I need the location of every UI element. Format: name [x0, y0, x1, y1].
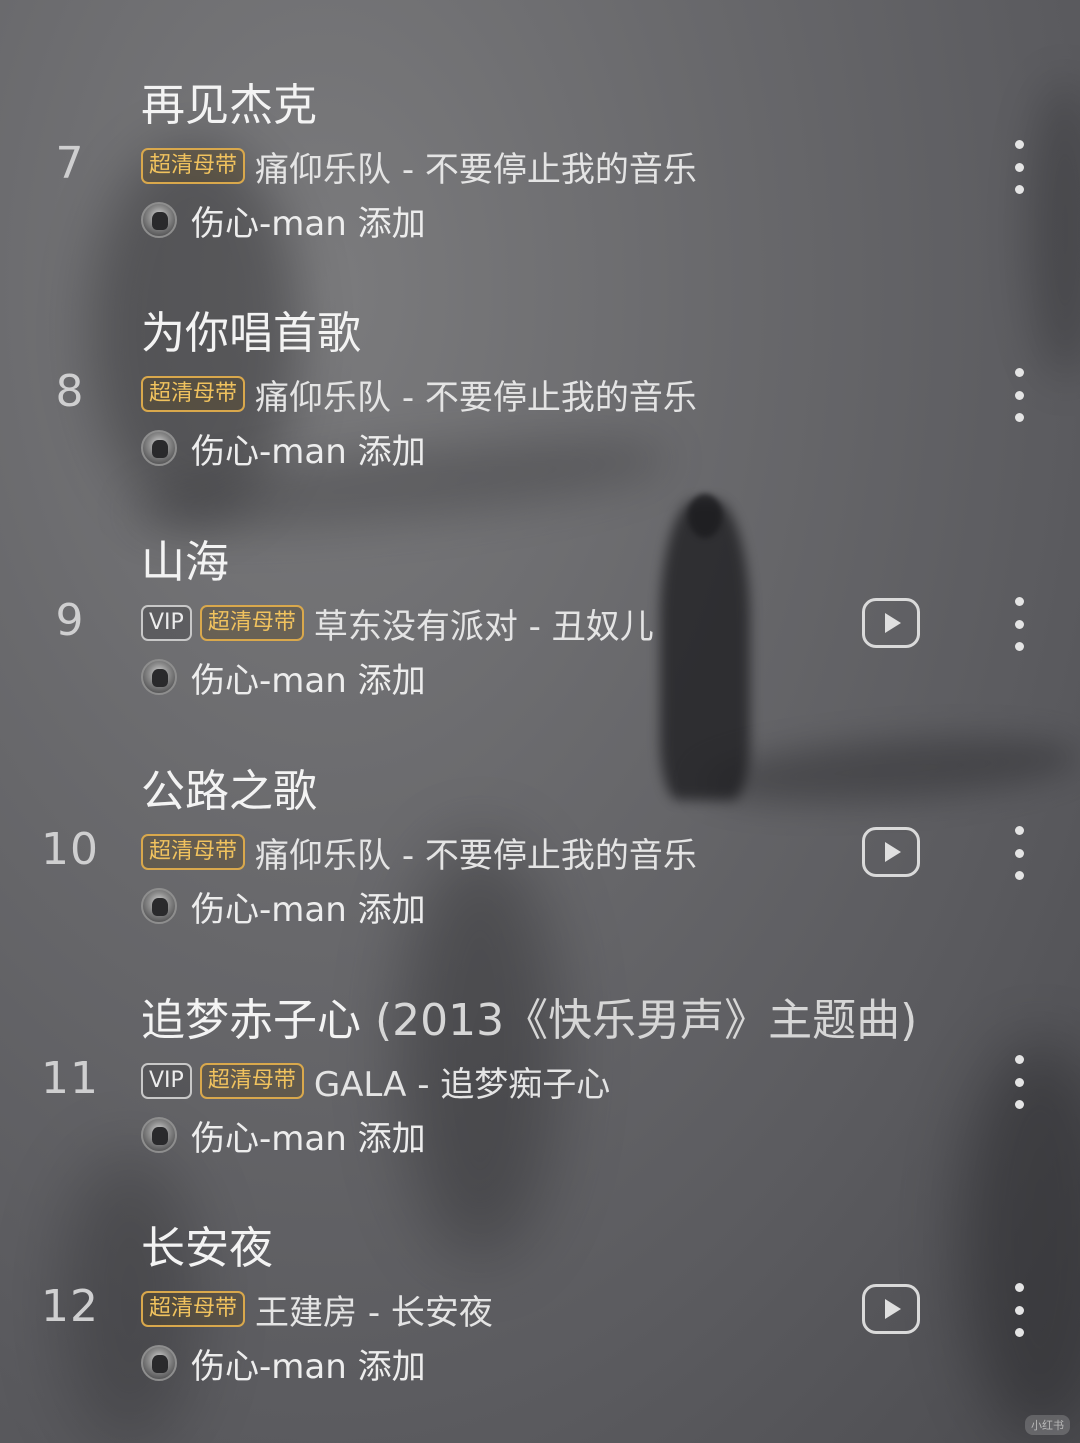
- track-title-text: 公路之歌: [141, 766, 317, 817]
- track-title: 追梦赤子心 (2013《快乐男声》主题曲): [141, 991, 917, 1051]
- artist-album: 草东没有派对 - 丑奴儿: [313, 606, 654, 647]
- artist-album: 痛仰乐队 - 不要停止我的音乐: [255, 149, 697, 190]
- track-number: 8: [55, 366, 85, 417]
- track-row[interactable]: 11 追梦赤子心 (2013《快乐男声》主题曲) VIP 超清母带 GALA - …: [0, 995, 1080, 1239]
- user-avatar: [141, 888, 177, 924]
- track-title: 山海: [141, 533, 229, 593]
- added-by-text: 伤心-man 添加: [191, 660, 426, 701]
- user-avatar: [141, 430, 177, 466]
- track-number: 10: [41, 824, 99, 875]
- hq-master-badge: 超清母带: [141, 834, 246, 870]
- track-title-text: 长安夜: [141, 1223, 273, 1274]
- track-meta: 超清母带 痛仰乐队 - 不要停止我的音乐: [141, 364, 697, 424]
- track-title-text: 山海: [141, 537, 229, 588]
- added-by: 伤心-man 添加: [141, 876, 426, 936]
- track-number: 7: [55, 138, 85, 189]
- added-by: 伤心-man 添加: [141, 418, 426, 478]
- play-triangle-icon: [885, 842, 901, 862]
- more-options-icon[interactable]: [1006, 1055, 1032, 1109]
- artist-album: 痛仰乐队 - 不要停止我的音乐: [255, 377, 697, 418]
- artist-album: GALA - 追梦痴子心: [313, 1064, 611, 1105]
- mv-play-icon[interactable]: [862, 598, 920, 648]
- more-options-icon[interactable]: [1006, 1283, 1032, 1337]
- more-options-icon[interactable]: [1006, 140, 1032, 194]
- track-row[interactable]: 10 公路之歌 超清母带 痛仰乐队 - 不要停止我的音乐 伤心-man 添加: [0, 766, 1080, 1010]
- more-options-icon[interactable]: [1006, 368, 1032, 422]
- added-by-text: 伤心-man 添加: [191, 1118, 426, 1159]
- track-title-text: 为你唱首歌: [141, 308, 361, 359]
- track-title: 长安夜: [141, 1219, 273, 1279]
- mv-play-icon[interactable]: [862, 827, 920, 877]
- track-row[interactable]: 12 长安夜 超清母带 王建房 - 长安夜 伤心-man 添加: [0, 1223, 1080, 1443]
- track-title-suffix: (2013《快乐男声》主题曲): [361, 995, 918, 1046]
- track-meta: 超清母带 痛仰乐队 - 不要停止我的音乐: [141, 136, 697, 196]
- added-by: 伤心-man 添加: [141, 1333, 426, 1393]
- added-by: 伤心-man 添加: [141, 190, 426, 250]
- track-title: 公路之歌: [141, 762, 317, 822]
- hq-master-badge: 超清母带: [141, 148, 246, 184]
- user-avatar: [141, 1345, 177, 1381]
- hq-master-badge: 超清母带: [141, 1291, 246, 1327]
- track-number: 9: [55, 595, 85, 646]
- track-title-text: 追梦赤子心: [141, 995, 361, 1046]
- added-by-text: 伤心-man 添加: [191, 889, 426, 930]
- hq-master-badge: 超清母带: [199, 605, 304, 641]
- watermark: 小红书: [1025, 1415, 1070, 1435]
- play-triangle-icon: [885, 613, 901, 633]
- artist-album: 痛仰乐队 - 不要停止我的音乐: [255, 835, 697, 876]
- vip-badge: VIP: [141, 605, 192, 641]
- playlist-screen: 7 再见杰克 超清母带 痛仰乐队 - 不要停止我的音乐 伤心-man 添加 8 …: [0, 0, 1080, 1443]
- track-title-text: 再见杰克: [141, 80, 317, 131]
- user-avatar: [141, 202, 177, 238]
- added-by-text: 伤心-man 添加: [191, 431, 426, 472]
- track-row[interactable]: 7 再见杰克 超清母带 痛仰乐队 - 不要停止我的音乐 伤心-man 添加: [0, 80, 1080, 324]
- mv-play-icon[interactable]: [862, 1284, 920, 1334]
- track-meta: 超清母带 王建房 - 长安夜: [141, 1279, 493, 1339]
- track-row[interactable]: 8 为你唱首歌 超清母带 痛仰乐队 - 不要停止我的音乐 伤心-man 添加: [0, 308, 1080, 552]
- track-meta: VIP 超清母带 草东没有派对 - 丑奴儿: [141, 593, 654, 653]
- track-meta: 超清母带 痛仰乐队 - 不要停止我的音乐: [141, 822, 697, 882]
- track-title: 为你唱首歌: [141, 304, 361, 364]
- play-triangle-icon: [885, 1299, 901, 1319]
- user-avatar: [141, 659, 177, 695]
- hq-master-badge: 超清母带: [141, 376, 246, 412]
- added-by: 伤心-man 添加: [141, 1105, 426, 1165]
- track-title: 再见杰克: [141, 76, 317, 136]
- track-meta: VIP 超清母带 GALA - 追梦痴子心: [141, 1051, 610, 1111]
- track-number: 11: [41, 1053, 99, 1104]
- hq-master-badge: 超清母带: [199, 1063, 304, 1099]
- track-number: 12: [41, 1281, 99, 1332]
- vip-badge: VIP: [141, 1063, 192, 1099]
- more-options-icon[interactable]: [1006, 597, 1032, 651]
- user-avatar: [141, 1117, 177, 1153]
- added-by-text: 伤心-man 添加: [191, 1346, 426, 1387]
- added-by: 伤心-man 添加: [141, 647, 426, 707]
- more-options-icon[interactable]: [1006, 826, 1032, 880]
- artist-album: 王建房 - 长安夜: [255, 1292, 493, 1333]
- added-by-text: 伤心-man 添加: [191, 203, 426, 244]
- track-row[interactable]: 9 山海 VIP 超清母带 草东没有派对 - 丑奴儿 伤心-man 添加: [0, 537, 1080, 781]
